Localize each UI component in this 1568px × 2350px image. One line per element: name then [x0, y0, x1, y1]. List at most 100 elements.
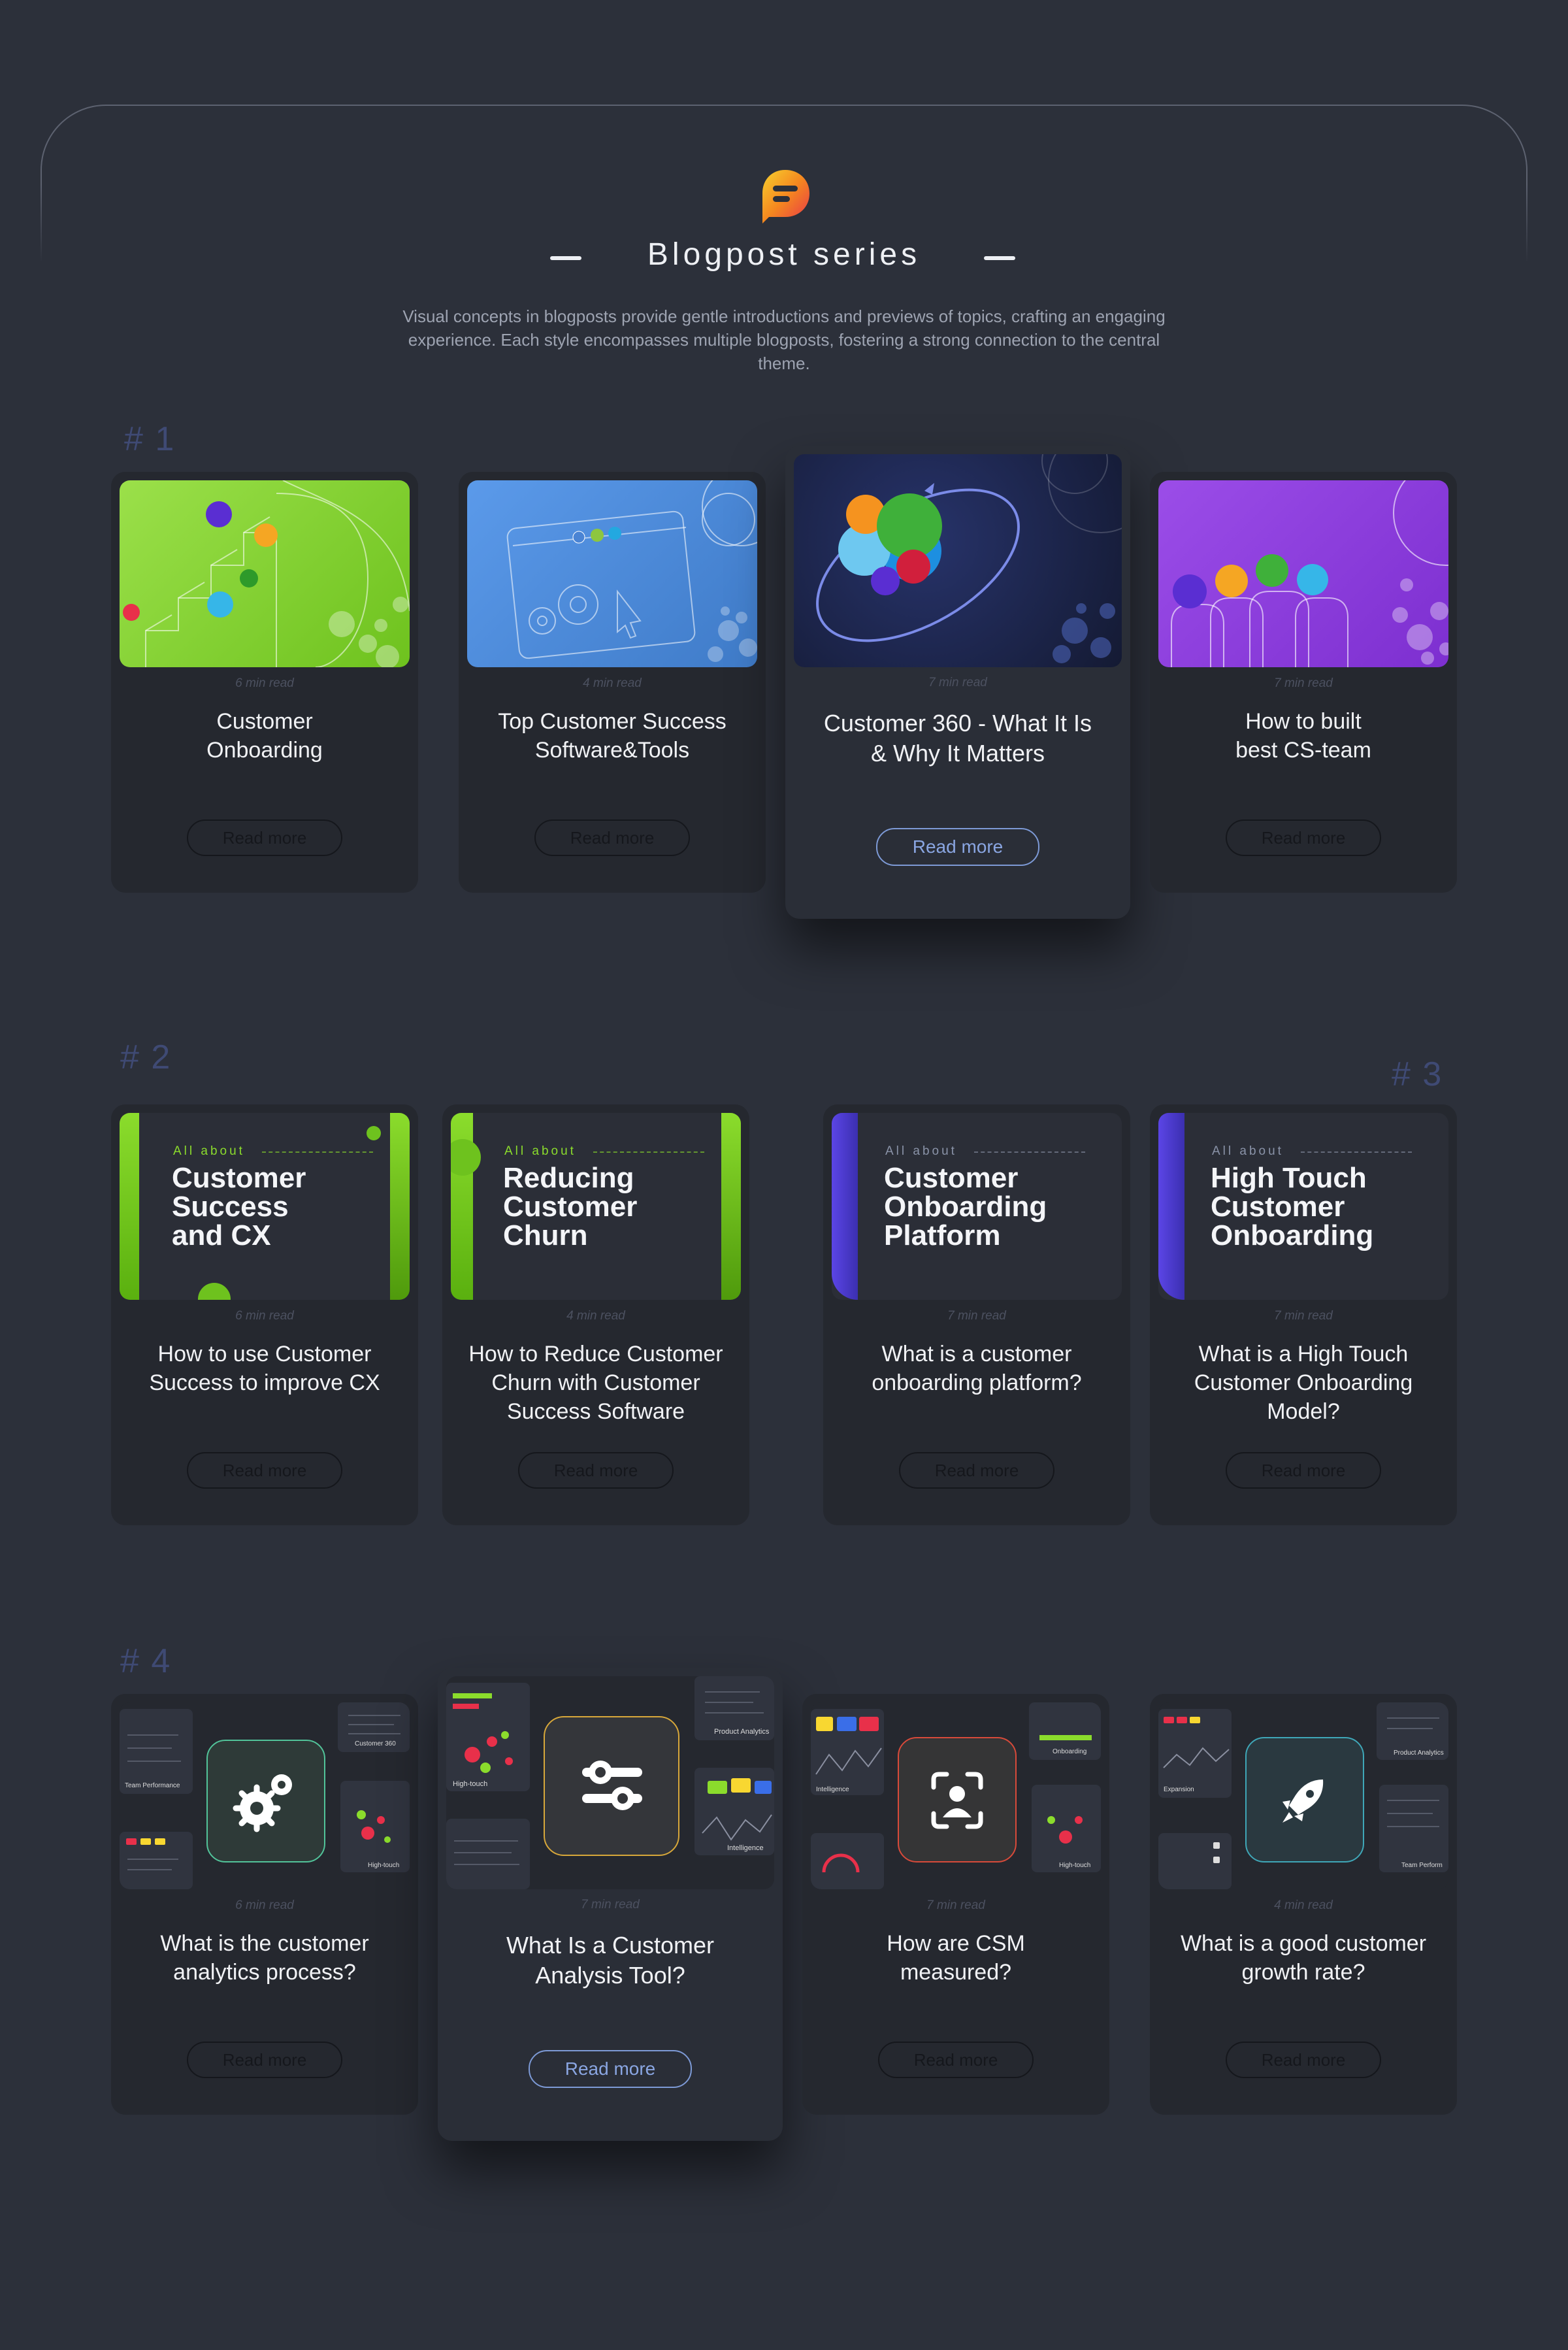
read-time: 7 min read [926, 1898, 985, 1912]
blog-card[interactable]: All about High Touch Customer Onboarding… [1150, 1104, 1457, 1525]
card-title[interactable]: What is a High Touch Customer Onboarding… [1169, 1340, 1437, 1426]
read-time: 7 min read [947, 1309, 1006, 1323]
read-more-button[interactable]: Read more [187, 1452, 342, 1489]
panel-label: High-touch [1059, 1862, 1090, 1869]
blog-card[interactable]: Intelligence Onboarding High-touch 7 min… [802, 1694, 1109, 2115]
panel-label: Intelligence [816, 1786, 849, 1793]
series-label-2: # 2 [120, 1038, 172, 1076]
card-title[interactable]: What is a good customer growth rate? [1169, 1929, 1437, 1987]
thumb-label: All about [885, 1144, 1085, 1158]
panel-label: Product Analytics [714, 1728, 770, 1736]
blog-card[interactable]: All about Customer Onboarding Platform 7… [823, 1104, 1130, 1525]
read-time: 4 min read [583, 676, 642, 690]
card-title[interactable]: How are CSM measured? [822, 1929, 1090, 1987]
read-more-button[interactable]: Read more [1226, 1452, 1381, 1489]
blog-card[interactable]: All about Customer Success and CX 6 min … [111, 1104, 418, 1525]
panel-label: High-touch [453, 1780, 487, 1788]
read-time: 7 min read [1274, 1309, 1333, 1323]
read-more-button[interactable]: Read more [1226, 819, 1381, 856]
accent-bar [120, 1113, 139, 1300]
card-thumbnail: All about High Touch Customer Onboarding [1158, 1113, 1448, 1300]
stairs-balls-illustration [123, 480, 410, 667]
series-label-3: # 3 [1392, 1055, 1443, 1093]
thumb-title: High Touch Customer Onboarding [1211, 1162, 1374, 1251]
read-more-button[interactable]: Read more [187, 819, 342, 856]
card-title[interactable]: Customer 360 - What It Is & Why It Matte… [805, 708, 1111, 769]
accent-bar [832, 1113, 858, 1300]
green-ball [367, 1126, 381, 1140]
card-thumbnail [467, 480, 757, 667]
card-thumbnail [1158, 480, 1448, 667]
card-title[interactable]: How to built best CS-team [1169, 707, 1437, 765]
brand-logo [762, 170, 809, 223]
accent-bar [1158, 1113, 1184, 1300]
orbit-balls-illustration [816, 454, 1122, 663]
thumb-title: Reducing Customer Churn [503, 1162, 638, 1251]
read-more-button[interactable]: Read more [1226, 2042, 1381, 2078]
card-title[interactable]: What is a customer onboarding platform? [843, 1340, 1111, 1397]
card-thumbnail [120, 480, 410, 667]
panel-label: High-touch [368, 1862, 399, 1869]
card-title[interactable]: How to Reduce Customer Churn with Custom… [455, 1340, 736, 1426]
green-ball [451, 1139, 481, 1176]
thumb-title: Customer Success and CX [172, 1162, 306, 1251]
read-time: 6 min read [235, 676, 294, 690]
card-thumbnail: All about Reducing Customer Churn [451, 1113, 741, 1300]
card-thumbnail: Team Performance Customer 360 High-touch [120, 1702, 410, 1889]
card-title[interactable]: Top Customer Success Software&Tools [478, 707, 746, 765]
card-title[interactable]: How to use Customer Success to improve C… [131, 1340, 399, 1397]
read-more-button[interactable]: Read more [899, 1452, 1054, 1489]
read-time: 7 min read [928, 676, 987, 689]
read-more-button[interactable]: Read more [534, 819, 690, 856]
blog-card[interactable]: Expansion Product Analytics Team Perform… [1150, 1694, 1457, 2115]
accent-bar [721, 1113, 741, 1300]
thumb-title: Customer Onboarding Platform [884, 1162, 1047, 1251]
blog-card[interactable]: 4 min read Top Customer Success Software… [459, 472, 766, 893]
read-time: 6 min read [235, 1898, 294, 1912]
read-more-button[interactable]: Read more [529, 2050, 692, 2088]
series-label-1: # 1 [124, 420, 176, 458]
read-time: 7 min read [1274, 676, 1333, 690]
card-title[interactable]: What Is a Customer Analysis Tool? [457, 1930, 763, 1991]
card-thumbnail: Product Analytics High-touch Intelligenc… [446, 1676, 774, 1889]
read-time: 4 min read [1274, 1898, 1333, 1912]
browser-gears-illustration [506, 480, 757, 662]
blog-card[interactable]: All about Reducing Customer Churn 4 min … [442, 1104, 749, 1525]
card-thumbnail: Intelligence Onboarding High-touch [811, 1702, 1101, 1889]
card-title[interactable]: Customer Onboarding [131, 707, 399, 765]
team-balls-illustration [1171, 480, 1448, 667]
read-more-button[interactable]: Read more [518, 1452, 674, 1489]
read-more-button[interactable]: Read more [187, 2042, 342, 2078]
panel-label: Onboarding [1053, 1748, 1086, 1755]
dashboard-collage-illustration: Team Performance Customer 360 High-touch [120, 1702, 410, 1889]
dashboard-collage-illustration: Intelligence Onboarding High-touch [811, 1702, 1101, 1889]
thumb-label: All about [504, 1144, 704, 1158]
read-more-button[interactable]: Read more [876, 828, 1039, 866]
thumb-label: All about [1212, 1144, 1412, 1158]
blog-card[interactable]: Team Performance Customer 360 High-touch… [111, 1694, 418, 2115]
read-time: 7 min read [581, 1898, 640, 1911]
card-thumbnail: All about Customer Onboarding Platform [832, 1113, 1122, 1300]
green-ball [198, 1283, 231, 1300]
card-thumbnail [794, 454, 1122, 667]
thumb-label: All about [173, 1144, 373, 1158]
panel-label: Team Perform [1401, 1862, 1443, 1869]
series-label-4: # 4 [120, 1642, 172, 1680]
panel-label: Intelligence [727, 1844, 764, 1852]
dashboard-collage-illustration: Product Analytics High-touch Intelligenc… [446, 1676, 774, 1889]
blog-card-featured[interactable]: Product Analytics High-touch Intelligenc… [438, 1668, 783, 2141]
page-title: Blogpost series [647, 237, 921, 272]
panel-label: Expansion [1164, 1786, 1194, 1793]
panel-label: Product Analytics [1394, 1749, 1444, 1757]
intro-text: Visual concepts in blogposts provide gen… [402, 306, 1166, 373]
accent-bar [390, 1113, 410, 1300]
card-thumbnail: All about Customer Success and CX [120, 1113, 410, 1300]
blog-card[interactable]: 6 min read Customer Onboarding Read more [111, 472, 418, 893]
blog-card-featured[interactable]: 7 min read Customer 360 - What It Is & W… [785, 446, 1130, 919]
card-title[interactable]: What is the customer analytics process? [131, 1929, 399, 1987]
blog-card[interactable]: 7 min read How to built best CS-team Rea… [1150, 472, 1457, 893]
read-more-button[interactable]: Read more [878, 2042, 1034, 2078]
panel-label: Customer 360 [355, 1740, 396, 1747]
card-thumbnail: Expansion Product Analytics Team Perform [1158, 1702, 1448, 1889]
heading-dash-right [984, 256, 1015, 260]
